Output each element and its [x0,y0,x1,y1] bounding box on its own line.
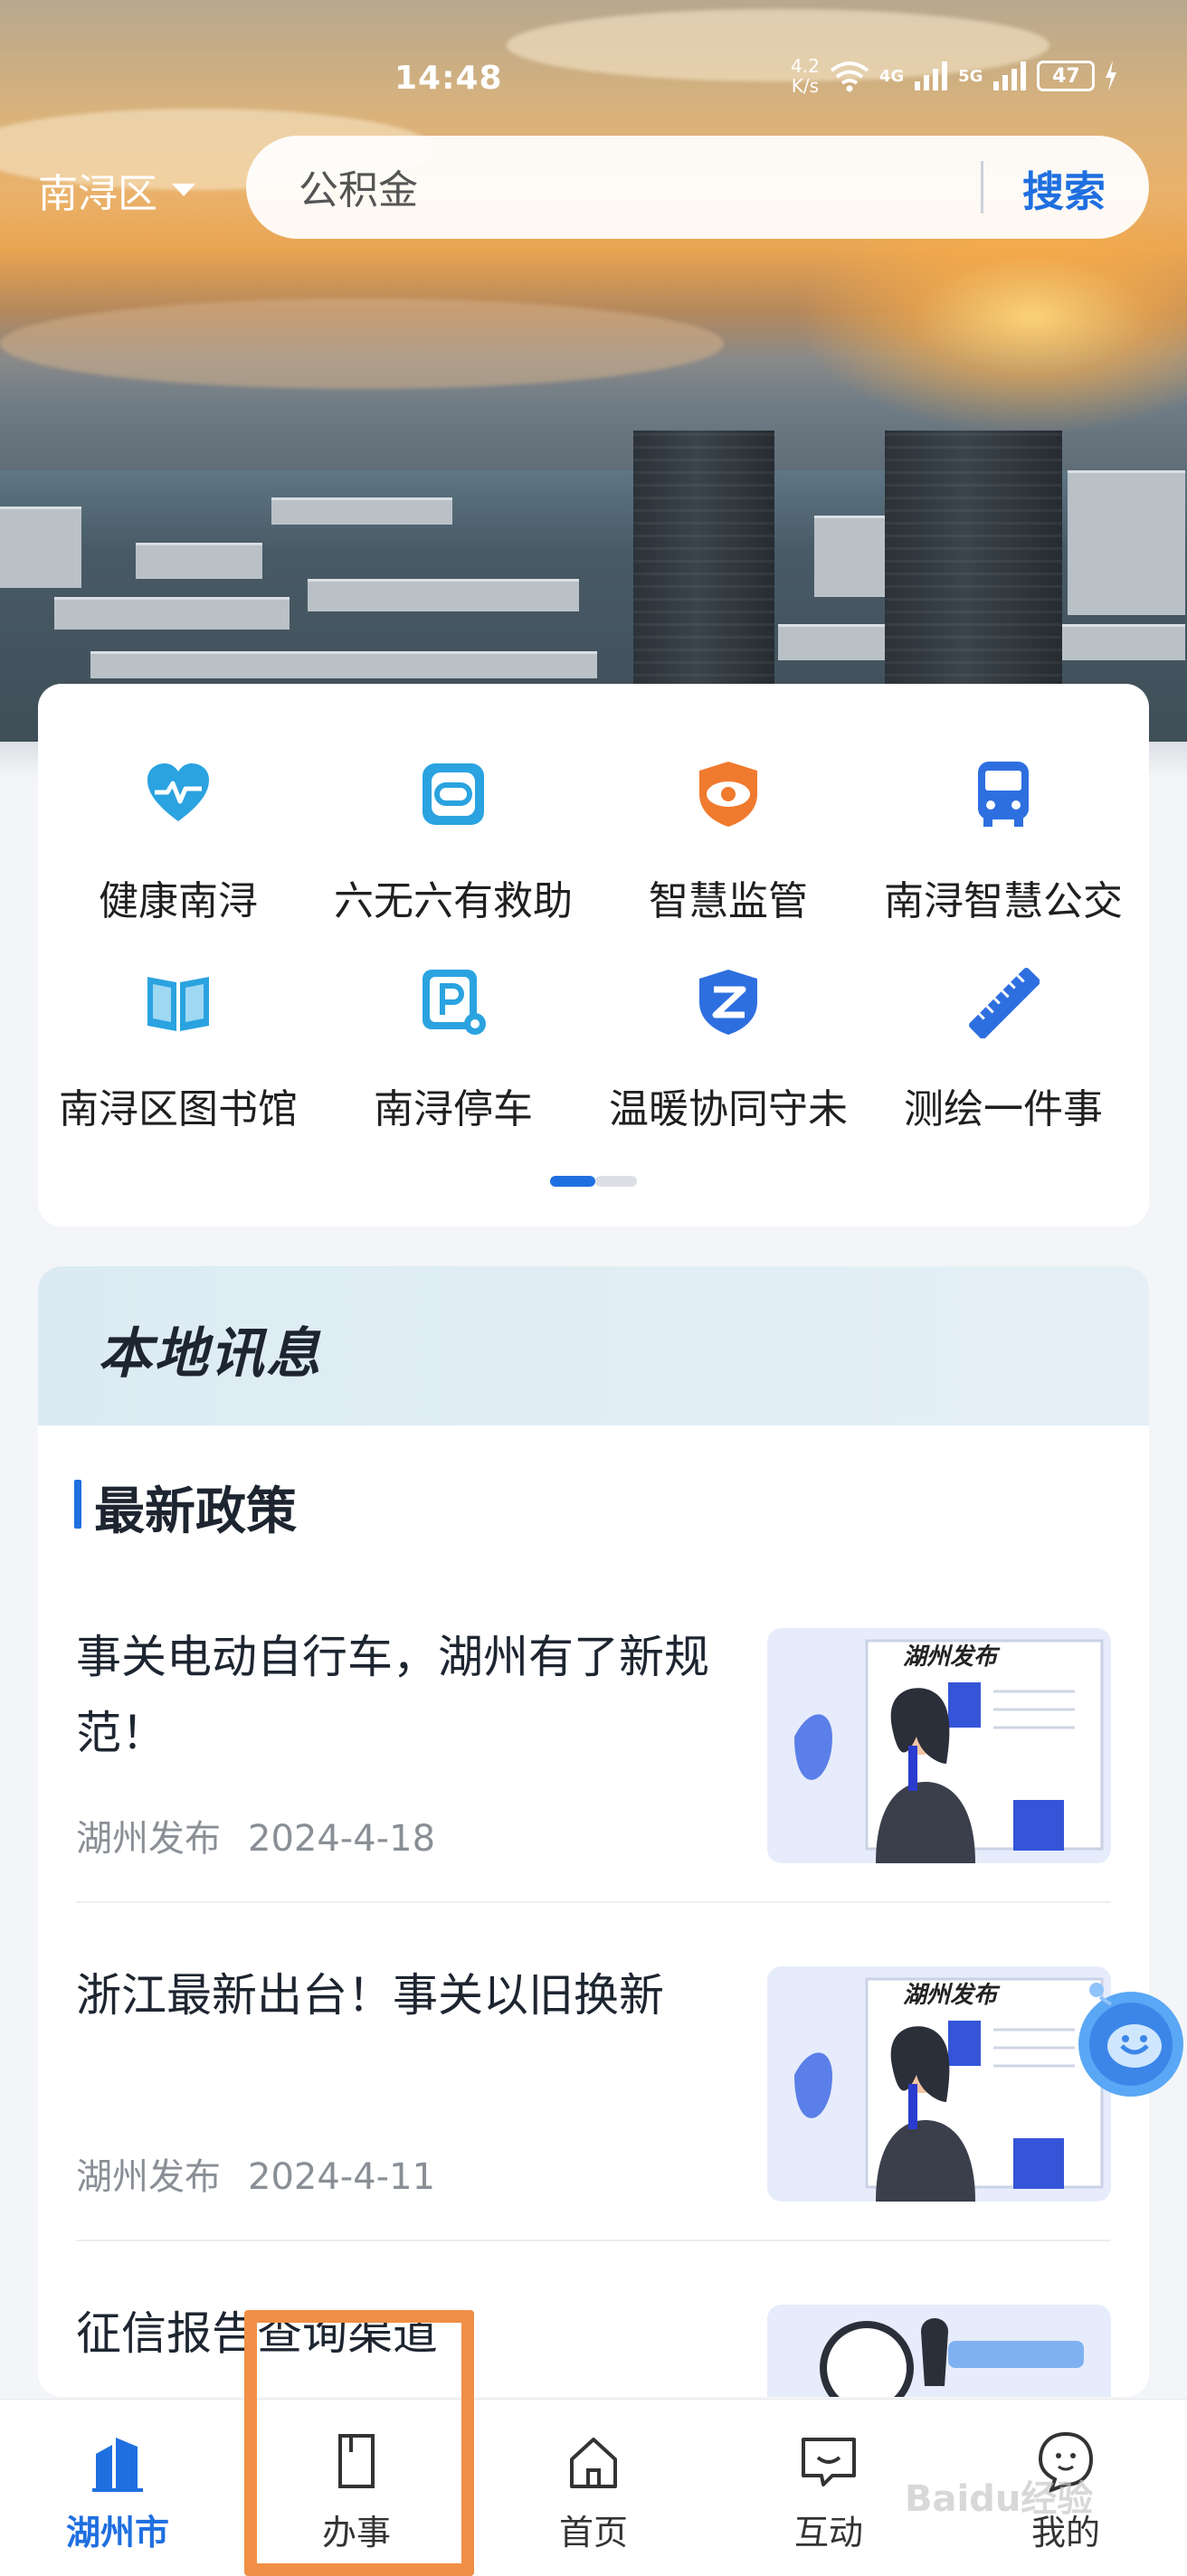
building [0,507,81,588]
news-meta: 湖州发布 2024-4-11 [76,2147,435,2200]
cloud [0,298,724,389]
network-speed: 4.2 K/s [791,56,820,96]
page-indicator [550,1176,637,1187]
magnifier-illustration [767,2305,1111,2397]
eye-shield-icon [699,762,757,827]
thumbnail-caption: 湖州发布 [903,1643,1001,1671]
service-label: 测绘一件事 [904,1086,1103,1132]
home-icon [570,2438,617,2488]
building [1068,470,1185,615]
search-input[interactable] [299,161,932,212]
news-divider [76,2240,1111,2241]
service-library[interactable]: 南浔区图书馆 [38,966,318,1134]
service-aid[interactable]: 六无六有救助 [313,758,594,926]
news-header-title: 本地讯息 [98,1322,322,1386]
watermark: Baidu经验 [905,2478,1094,2520]
book-icon [147,977,209,1031]
news-item[interactable]: 浙江最新出台！事关以旧换新 湖州发布 2024-4-11 湖州发布 [76,1957,1111,2256]
signal-type-1: 4G [878,66,905,86]
chat-icon [802,2438,856,2486]
building [136,543,262,579]
tab-city[interactable]: 湖州市 [36,2429,199,2554]
district-label: 南浔区 [38,171,157,217]
service-label: 六无六有救助 [334,878,573,924]
highlight-annotation [244,2310,474,2576]
service-survey[interactable]: 测绘一件事 [863,966,1144,1134]
news-title: 事关电动自行车，湖州有了新规范！ [76,1631,709,1759]
page-dot [595,1176,637,1187]
news-divider [76,1901,1111,1903]
ruler-icon [969,968,1040,1038]
news-card: 本地讯息 最新政策 事关电动自行车，湖州有了新规范！ 湖州发布 2024-4-18… [38,1266,1149,2397]
net-speed-value: 4.2 [791,55,820,77]
page-dot-active [550,1176,595,1187]
tower [885,431,1062,702]
service-minor-protection[interactable]: 温暖协同守未 [588,966,869,1134]
service-label: 智慧监管 [649,878,808,924]
service-bus[interactable]: 南浔智慧公交 [863,758,1144,926]
news-thumbnail: 湖州发布 [767,1628,1111,1863]
service-label: 南浔停车 [374,1086,533,1132]
chevron-down-icon [172,184,195,196]
hero-banner [0,0,1187,778]
news-meta: 湖州发布 2024-4-18 [76,1809,435,1861]
building [814,516,896,597]
status-bar: 14:48 4.2 K/s 4G 5G 47 [0,54,1187,109]
news-header: 本地讯息 [38,1266,1149,1425]
net-speed-unit: K/s [791,75,820,97]
tab-interact[interactable]: 互动 [747,2429,910,2554]
tab-home[interactable]: 首页 [512,2429,675,2554]
building [90,651,597,678]
news-date: 2024-4-11 [248,2156,436,2198]
tab-label: 互动 [793,2513,863,2552]
news-item[interactable]: 征信报告查询渠道 [76,2296,1111,2397]
news-source: 湖州发布 [76,1818,221,1860]
news-title: 浙江最新出台！事关以旧换新 [76,1969,664,2022]
heart-pulse-icon [147,763,209,821]
tab-label: 首页 [558,2513,628,2552]
search-divider [981,161,983,213]
tower [633,431,774,702]
battery-indicator: 47 [1037,61,1096,91]
service-label: 南浔区图书馆 [59,1086,298,1132]
city-buildings-icon [92,2438,143,2492]
reporter-illustration: 湖州发布 [767,1628,1111,1863]
news-thumbnail [767,2305,1111,2397]
signal-icon-2 [993,62,1027,90]
parking-icon [423,970,486,1035]
service-parking[interactable]: 南浔停车 [313,966,594,1134]
search-box: 搜索 [246,136,1149,239]
thumbnail-caption: 湖州发布 [903,1982,1001,2009]
service-health[interactable]: 健康南浔 [38,758,318,926]
link-icon [423,763,484,825]
signal-type-2: 5G [958,66,983,86]
signal-icon [915,62,948,90]
ai-assistant-icon[interactable] [1059,1972,1187,2107]
news-item[interactable]: 事关电动自行车，湖州有了新规范！ 湖州发布 2024-4-18 湖州发布 [76,1619,1111,1918]
news-date: 2024-4-18 [248,1818,436,1860]
status-time: 14:48 [394,60,503,97]
news-source: 湖州发布 [76,2156,221,2198]
service-label: 南浔智慧公交 [884,878,1123,924]
search-row: 南浔区 搜索 [0,136,1187,241]
search-button[interactable]: 搜索 [1022,159,1106,219]
building [271,497,452,525]
shield-z-icon [699,970,757,1035]
wifi-icon [830,62,869,92]
service-supervision[interactable]: 智慧监管 [588,758,869,926]
tab-label: 湖州市 [65,2513,169,2552]
building [54,597,290,630]
section-title: 最新政策 [74,1471,297,1544]
services-card: 健康南浔 六无六有救助 智慧监管 南浔智慧公交 南浔区图书馆 南浔停车 温暖协同… [38,684,1149,1226]
service-label: 健康南浔 [99,878,258,924]
charging-icon [1106,61,1117,91]
building [308,579,579,611]
service-label: 温暖协同守未 [609,1086,848,1132]
bus-icon [978,762,1029,827]
district-selector[interactable]: 南浔区 [38,161,195,219]
status-icons: 4.2 K/s 4G 5G 47 [791,56,1118,96]
